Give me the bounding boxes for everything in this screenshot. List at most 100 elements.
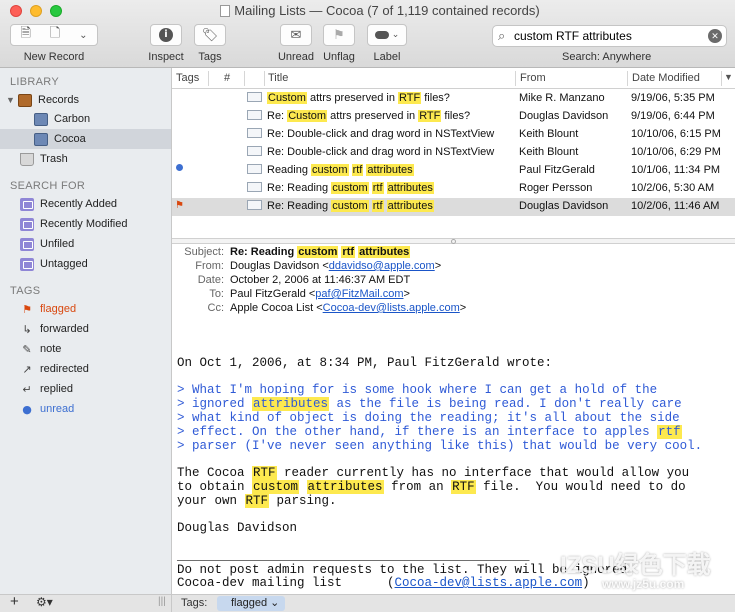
list-email-link[interactable]: Cocoa-dev@lists.apple.com — [395, 576, 583, 590]
highlight: custom — [297, 246, 339, 258]
list-row[interactable]: Re: Double-click and drag word in NSText… — [172, 126, 735, 144]
unread-dot-icon: ● — [22, 402, 32, 416]
sidebar-item-label: note — [40, 343, 62, 355]
signature: Douglas Davidson — [177, 521, 298, 535]
highlight: attributes — [366, 164, 414, 176]
sidebar-tag-replied[interactable]: ↵ replied — [0, 379, 171, 399]
column-divider[interactable] — [515, 71, 516, 86]
smart-folder-icon — [20, 197, 34, 211]
tags-button[interactable]: 🏷 — [194, 24, 226, 46]
column-divider[interactable] — [264, 71, 265, 86]
column-tags[interactable]: Tags — [176, 72, 199, 84]
row-title: Re: Reading custom rtf attributes — [267, 182, 434, 194]
unread-button[interactable]: ✉ — [280, 24, 312, 46]
column-divider[interactable] — [627, 71, 628, 86]
minimize-window-button[interactable] — [30, 5, 42, 17]
to-email-link[interactable]: paf@FitzMail.com — [315, 288, 403, 300]
row-title: Re: Double-click and drag word in NSText… — [267, 128, 495, 140]
column-from[interactable]: From — [520, 72, 546, 84]
tag-icon: 🏷 — [201, 27, 219, 43]
column-number[interactable]: # — [224, 72, 230, 84]
add-icon[interactable]: + — [10, 593, 19, 610]
highlight: rtf — [371, 200, 384, 212]
header-value: October 2, 2006 at 11:46:37 AM EDT — [230, 274, 411, 286]
row-title: Re: Reading custom rtf attributes — [267, 200, 434, 212]
header-value: Douglas Davidson <ddavidso@apple.com> — [230, 260, 441, 272]
tag-chip-flagged[interactable]: flagged ⌄ — [217, 596, 286, 611]
tags-bar-label: Tags: — [181, 597, 208, 609]
unread-label: Unread — [277, 51, 315, 63]
envelope-icon — [247, 182, 262, 192]
search-field[interactable]: ⌕ ✕ — [492, 25, 727, 47]
sidebar-item-label: Cocoa — [54, 133, 86, 145]
close-window-button[interactable] — [10, 5, 22, 17]
quote-text: > ignored — [177, 397, 253, 411]
sidebar-item-cocoa[interactable]: Cocoa — [0, 129, 171, 149]
cc-email-link[interactable]: Cocoa-dev@lists.apple.com — [323, 302, 460, 314]
sidebar-item-recently-modified[interactable]: Recently Modified — [0, 214, 171, 234]
row-title: Re: Double-click and drag word in NSText… — [267, 146, 495, 158]
search-scope[interactable]: Search: Anywhere — [562, 51, 651, 63]
list-row[interactable]: Re: Double-click and drag word in NSText… — [172, 144, 735, 162]
sidebar-item-recently-added[interactable]: Recently Added — [0, 194, 171, 214]
list-row-selected[interactable]: ⚑ Re: Reading custom rtf attributes Doug… — [172, 198, 735, 216]
list-row[interactable]: Re: Reading custom rtf attributes Roger … — [172, 180, 735, 198]
inspect-button[interactable]: i — [150, 24, 182, 46]
list-row[interactable]: Reading custom rtf attributes Paul FitzG… — [172, 162, 735, 180]
sidebar-item-trash[interactable]: Trash — [0, 149, 171, 169]
chevron-down-icon[interactable]: ▼ — [724, 72, 733, 82]
pencil-icon: ✎ — [22, 342, 32, 356]
chevron-down-icon[interactable]: ⌄ — [79, 30, 87, 41]
column-divider[interactable] — [208, 71, 209, 86]
label-button[interactable]: ⌄ — [367, 24, 407, 46]
body-text: The Cocoa — [177, 466, 253, 480]
subject-text: Re: Reading — [230, 246, 298, 258]
header-value: Apple Cocoa List <Cocoa-dev@lists.apple.… — [230, 302, 466, 314]
unflag-button[interactable]: ⚑ — [323, 24, 355, 46]
clear-search-icon[interactable]: ✕ — [708, 29, 722, 43]
sidebar-item-records[interactable]: ▼ Records — [0, 90, 171, 110]
message-view: Subject: Re: Reading custom rtf attribut… — [172, 244, 735, 594]
header-to: To: Paul FitzGerald <paf@FitzMail.com> — [172, 288, 735, 302]
column-divider[interactable] — [244, 71, 245, 86]
highlight: RTF — [451, 480, 476, 494]
sidebar-item-untagged[interactable]: Untagged — [0, 254, 171, 274]
resize-handle-icon[interactable]: ||| — [158, 596, 166, 607]
envelope-icon — [247, 200, 262, 210]
sidebar-item-label: Unfiled — [40, 238, 75, 250]
from-name: Douglas Davidson < — [230, 260, 329, 272]
highlight: attributes — [386, 200, 434, 212]
sidebar-tag-note[interactable]: ✎ note — [0, 339, 171, 359]
disclosure-triangle-icon[interactable]: ▼ — [6, 95, 18, 105]
new-note-icon[interactable]: 🗋 — [50, 24, 60, 46]
body-text: your own — [177, 494, 245, 508]
sidebar-item-label: Trash — [40, 153, 68, 165]
row-date: 10/2/06, 11:46 AM — [631, 200, 720, 212]
body-text: reader currently has no interface that w… — [276, 466, 690, 480]
zoom-window-button[interactable] — [50, 5, 62, 17]
search-icon: ⌕ — [498, 28, 506, 43]
envelope-icon — [247, 92, 262, 102]
new-document-icon[interactable]: 🗎 — [20, 24, 30, 46]
column-title[interactable]: Title — [268, 72, 288, 84]
footer-rule: ________________________________________… — [177, 549, 530, 563]
quoted-line: > effect. On the other hand, if there is… — [177, 425, 682, 440]
sidebar-item-unfiled[interactable]: Unfiled — [0, 234, 171, 254]
highlight: RTF — [398, 92, 422, 104]
search-input[interactable] — [514, 28, 704, 44]
sidebar-tag-forwarded[interactable]: ↳ forwarded — [0, 319, 171, 339]
highlight: rtf — [657, 425, 682, 439]
gear-icon[interactable]: ⚙▾ — [36, 595, 53, 609]
sidebar-item-carbon[interactable]: Carbon — [0, 109, 171, 129]
sidebar-tag-flagged[interactable]: ⚑ flagged — [0, 299, 171, 319]
row-date: 10/2/06, 5:30 AM — [631, 182, 715, 194]
list-row[interactable]: Custom attrs preserved in RTF files? Mik… — [172, 90, 735, 108]
sidebar-tag-redirected[interactable]: ↗ redirected — [0, 359, 171, 379]
column-date-modified[interactable]: Date Modified — [632, 72, 700, 84]
column-divider[interactable] — [721, 71, 722, 86]
from-email-link[interactable]: ddavidso@apple.com — [329, 260, 435, 272]
sidebar-tag-unread[interactable]: ● unread — [0, 399, 171, 419]
sidebar-item-label: Recently Modified — [40, 218, 128, 230]
highlight: attributes — [252, 397, 330, 411]
list-row[interactable]: Re: Custom attrs preserved in RTF files?… — [172, 108, 735, 126]
